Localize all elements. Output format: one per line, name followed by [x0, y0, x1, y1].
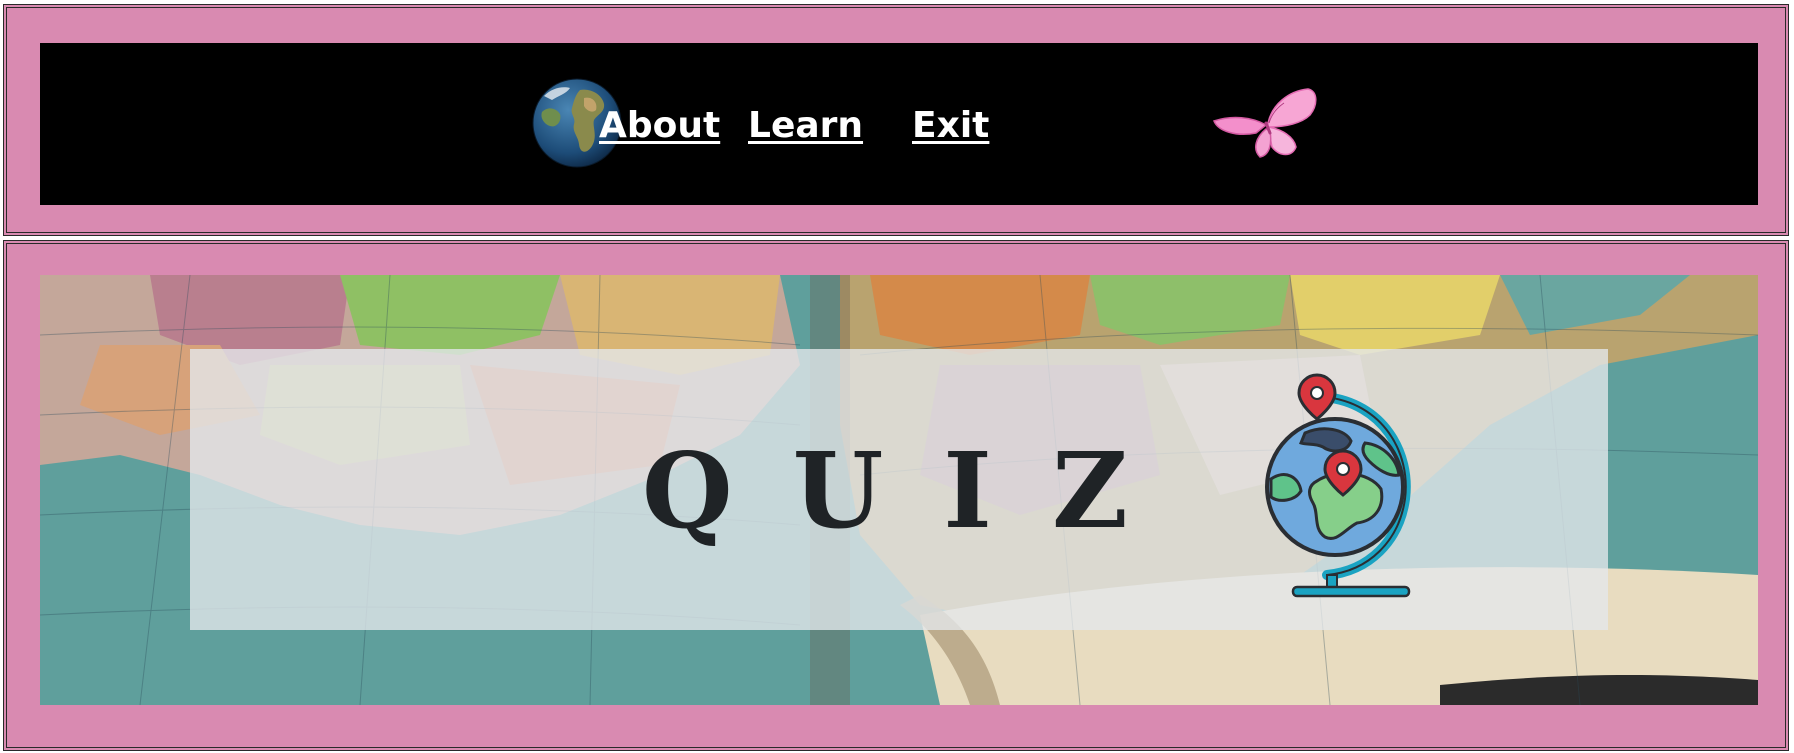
globe-with-pins-icon: [1265, 373, 1411, 598]
nav-link-about[interactable]: About: [599, 105, 720, 146]
butterfly-icon: [1213, 88, 1317, 158]
nav-bar: About Learn Exit: [40, 43, 1758, 205]
nav-link-exit[interactable]: Exit: [912, 105, 989, 146]
hero-banner: QUIZ: [40, 275, 1758, 705]
title-panel: QUIZ: [190, 349, 1608, 630]
header-frame: About Learn Exit: [3, 4, 1789, 236]
hero-frame: QUIZ: [3, 240, 1789, 751]
nav-link-learn[interactable]: Learn: [748, 105, 863, 146]
quiz-title: QUIZ: [642, 429, 1188, 552]
